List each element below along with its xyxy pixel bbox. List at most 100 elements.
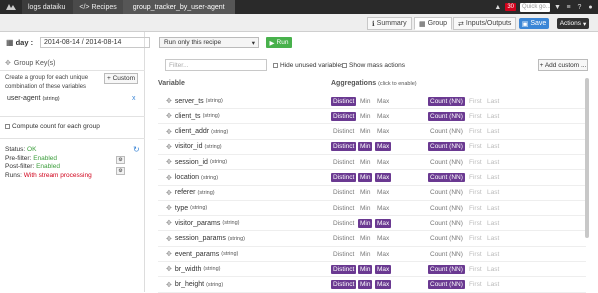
agg-distinct-toggle[interactable]: Distinct (331, 219, 356, 228)
agg-count-toggle[interactable]: Count (NN) (428, 219, 465, 228)
agg-max-toggle[interactable]: Max (375, 204, 391, 213)
agg-last-toggle[interactable]: Last (485, 250, 501, 259)
actions-button[interactable]: Actions ▾ (557, 18, 589, 29)
agg-min-toggle[interactable]: Min (358, 127, 372, 136)
agg-count-toggle[interactable]: Count (NN) (428, 204, 465, 213)
agg-max-toggle[interactable]: Max (375, 218, 392, 228)
agg-last-toggle[interactable]: Last (485, 188, 501, 197)
agg-last-toggle[interactable]: Last (485, 142, 501, 151)
agg-last-toggle[interactable]: Last (485, 112, 501, 121)
agg-min-toggle[interactable]: Min (358, 264, 373, 274)
agg-distinct-toggle[interactable]: Distinct (331, 204, 356, 213)
agg-first-toggle[interactable]: First (467, 250, 484, 259)
date-range-input[interactable]: 2014-08-14 / 2014-08-14 (40, 37, 150, 48)
agg-count-toggle[interactable]: Count (NN) (428, 250, 465, 259)
tab-inputs-outputs[interactable]: ⇄ Inputs/Outputs (453, 17, 517, 30)
agg-last-toggle[interactable]: Last (485, 234, 501, 243)
agg-min-toggle[interactable]: Min (358, 218, 373, 228)
agg-first-toggle[interactable]: First (467, 173, 484, 182)
agg-max-toggle[interactable]: Max (375, 280, 392, 290)
agg-first-toggle[interactable]: First (467, 142, 484, 151)
agg-distinct-toggle[interactable]: Distinct (331, 127, 356, 136)
agg-max-toggle[interactable]: Max (375, 127, 391, 136)
user-icon[interactable]: ● (587, 4, 594, 11)
variable-filter-input[interactable]: Filter... (165, 59, 267, 71)
agg-min-toggle[interactable]: Min (358, 250, 372, 259)
add-custom-key-button[interactable]: + Custom (104, 73, 138, 84)
drag-handle-icon[interactable]: ✥ (166, 250, 172, 258)
agg-count-toggle[interactable]: Count (NN) (428, 158, 465, 167)
filter-icon[interactable]: ▼ (554, 4, 561, 11)
agg-count-toggle[interactable]: Count (NN) (428, 127, 465, 136)
save-button[interactable]: ▣ Save (519, 18, 549, 29)
agg-max-toggle[interactable]: Max (375, 188, 391, 197)
drag-handle-icon[interactable]: ✥ (166, 97, 172, 105)
prefilter-settings-button[interactable]: ⚙ (116, 156, 125, 164)
agg-min-toggle[interactable]: Min (358, 234, 372, 243)
breadcrumb-project[interactable]: logs dataiku (22, 0, 74, 14)
scrollbar[interactable] (585, 78, 589, 238)
compute-count-checkbox[interactable] (5, 124, 10, 129)
agg-first-toggle[interactable]: First (467, 280, 484, 289)
agg-first-toggle[interactable]: First (467, 158, 484, 167)
agg-min-toggle[interactable]: Min (358, 204, 372, 213)
list-icon[interactable]: ≡ (565, 4, 572, 11)
agg-distinct-toggle[interactable]: Distinct (331, 173, 357, 182)
agg-min-toggle[interactable]: Min (358, 158, 372, 167)
add-custom-aggregation-button[interactable]: + Add custom ... (538, 59, 588, 71)
show-mass-checkbox[interactable] (342, 63, 347, 68)
agg-first-toggle[interactable]: First (467, 188, 484, 197)
agg-min-toggle[interactable]: Min (358, 173, 373, 182)
agg-max-toggle[interactable]: Max (375, 158, 391, 167)
agg-distinct-toggle[interactable]: Distinct (331, 234, 356, 243)
drag-handle-icon[interactable]: ✥ (166, 281, 172, 289)
agg-first-toggle[interactable]: First (467, 234, 484, 243)
agg-last-toggle[interactable]: Last (485, 158, 501, 167)
agg-distinct-toggle[interactable]: Distinct (331, 142, 357, 152)
drag-handle-icon[interactable]: ✥ (166, 204, 172, 212)
agg-count-toggle[interactable]: Count (NN) (428, 142, 465, 152)
agg-max-toggle[interactable]: Max (375, 250, 391, 259)
agg-count-toggle[interactable]: Count (NN) (428, 96, 465, 106)
agg-min-toggle[interactable]: Min (358, 142, 373, 152)
agg-distinct-toggle[interactable]: Distinct (331, 250, 356, 259)
agg-first-toggle[interactable]: First (467, 97, 484, 106)
refresh-icon[interactable]: ↻ (133, 145, 140, 154)
run-button[interactable]: ▶ Run (266, 37, 292, 48)
agg-max-toggle[interactable]: Max (375, 173, 392, 182)
agg-min-toggle[interactable]: Min (358, 112, 372, 121)
breadcrumb-recipes[interactable]: </> Recipes (73, 0, 123, 14)
agg-count-toggle[interactable]: Count (NN) (428, 111, 465, 121)
agg-max-toggle[interactable]: Max (375, 234, 391, 243)
dataiku-logo-icon[interactable] (0, 0, 22, 14)
agg-max-toggle[interactable]: Max (375, 112, 391, 121)
notification-badge[interactable]: 30 (505, 3, 516, 11)
drag-handle-icon[interactable]: ✥ (166, 128, 172, 136)
agg-min-toggle[interactable]: Min (358, 97, 372, 106)
drag-handle-icon[interactable]: ✥ (166, 235, 172, 243)
agg-last-toggle[interactable]: Last (485, 127, 501, 136)
agg-last-toggle[interactable]: Last (485, 219, 501, 228)
agg-count-toggle[interactable]: Count (NN) (428, 188, 465, 197)
agg-distinct-toggle[interactable]: Distinct (331, 280, 357, 290)
run-mode-select[interactable]: Run only this recipe ▾ (159, 37, 259, 48)
drag-handle-icon[interactable]: ✥ (166, 112, 172, 120)
agg-min-toggle[interactable]: Min (358, 280, 373, 290)
agg-first-toggle[interactable]: First (467, 219, 484, 228)
postfilter-settings-button[interactable]: ⚙ (116, 167, 125, 175)
agg-first-toggle[interactable]: First (467, 265, 484, 274)
drag-handle-icon[interactable]: ✥ (166, 189, 172, 197)
agg-first-toggle[interactable]: First (467, 112, 484, 121)
tab-summary[interactable]: ℹ Summary (367, 17, 412, 30)
agg-distinct-toggle[interactable]: Distinct (331, 188, 356, 197)
help-icon[interactable]: ? (576, 4, 583, 11)
agg-first-toggle[interactable]: First (467, 127, 484, 136)
agg-count-toggle[interactable]: Count (NN) (428, 234, 465, 243)
agg-distinct-toggle[interactable]: Distinct (331, 111, 357, 121)
agg-last-toggle[interactable]: Last (485, 97, 501, 106)
agg-distinct-toggle[interactable]: Distinct (331, 264, 357, 274)
agg-count-toggle[interactable]: Count (NN) (428, 264, 465, 274)
tab-group[interactable]: ▦ Group (414, 17, 453, 30)
breadcrumb-current-recipe[interactable]: group_tracker_by_user-agent (122, 0, 235, 14)
drag-handle-icon[interactable]: ✥ (166, 143, 172, 151)
